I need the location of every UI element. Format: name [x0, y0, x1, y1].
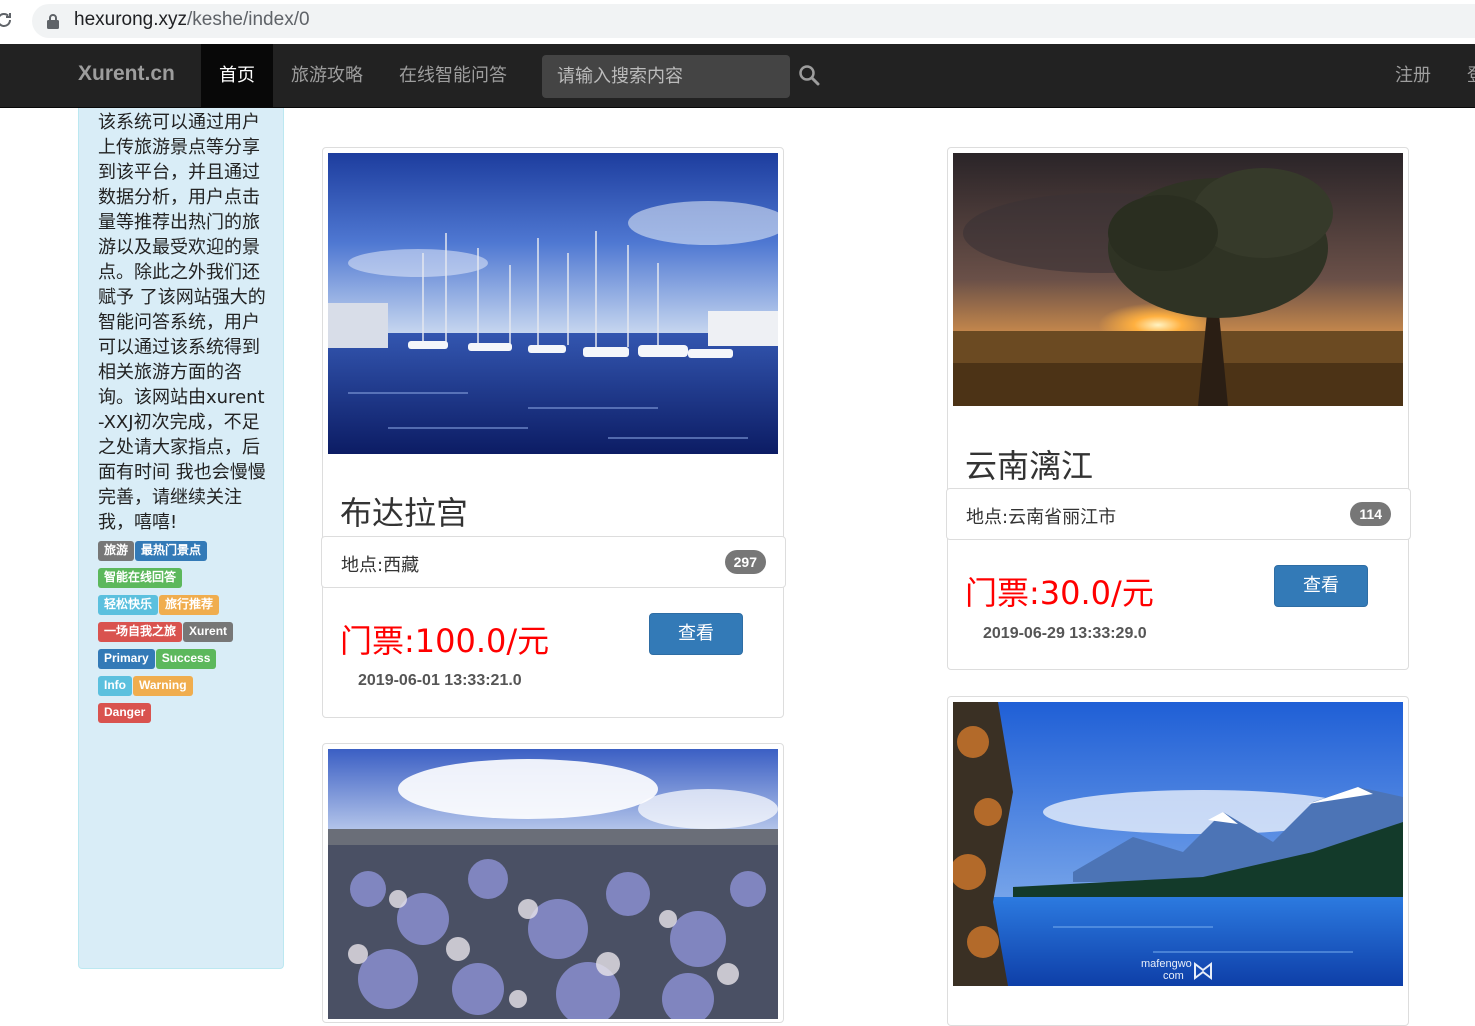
site-intro-text: 该系统可以通过用户上传旅游景点等分享到该平台，并且通过数据分析，用户点击量等推荐…: [98, 112, 266, 533]
tag-label: Warning: [133, 676, 193, 696]
tag-label: 智能在线回答: [98, 568, 183, 588]
top-navbar: Xurent.cn 首页 旅游攻略 在线智能问答 注册 登: [0, 44, 1475, 108]
sidebar-panel: 该系统可以通过用户上传旅游景点等分享到该平台，并且通过数据分析，用户点击量等推荐…: [78, 108, 284, 969]
nav-item-online-qa[interactable]: 在线智能问答: [399, 44, 507, 108]
location-row: 地点:云南省丽江市 114: [946, 488, 1411, 540]
attraction-card: mafengwo com: [947, 696, 1409, 1026]
search-icon[interactable]: [798, 64, 820, 86]
attraction-card: [322, 743, 784, 1023]
view-button[interactable]: 查看: [1274, 565, 1368, 607]
tag-label: 最热门景点: [135, 541, 208, 561]
views-badge: 114: [1350, 502, 1391, 526]
views-badge: 297: [724, 550, 766, 574]
attraction-card: 布达拉宫 地点:西藏 297 门票:100.0/元 查看 2019-06-01 …: [321, 147, 786, 718]
reload-icon[interactable]: [0, 10, 14, 30]
attraction-photo-harbor[interactable]: [328, 153, 778, 454]
nav-item-home[interactable]: 首页: [201, 44, 273, 108]
attraction-title: 布达拉宫: [340, 494, 469, 532]
tag-label: Xurent: [183, 622, 234, 642]
url-text[interactable]: hexurong.xyz/keshe/index/0: [74, 9, 310, 31]
tag-label: Success: [155, 649, 217, 669]
tag-label: Info: [98, 676, 132, 696]
register-link[interactable]: 注册: [1395, 44, 1431, 108]
attraction-card: 云南漓江 地点:云南省丽江市 114 门票:30.0/元 查看 2019-06-…: [946, 147, 1411, 670]
attraction-photo-sunset-tree[interactable]: [953, 153, 1403, 406]
lock-icon[interactable]: [46, 13, 60, 29]
attraction-photo-mountain-lake[interactable]: mafengwo com: [953, 702, 1403, 986]
location-text: 地点:云南省丽江市: [966, 507, 1117, 528]
tag-list: 旅游 最热门景点 智能在线回答 轻松快乐 旅行推荐 一场自我之旅 Xurent Pri…: [98, 539, 270, 728]
tag-label: Primary: [98, 649, 155, 669]
post-date: 2019-06-29 13:33:29.0: [983, 625, 1147, 642]
tag-label: 旅游: [98, 541, 135, 561]
tag-label: 轻松快乐: [98, 595, 159, 615]
url-path: /keshe/index/0: [187, 9, 310, 30]
ticket-price: 门票:100.0/元: [340, 622, 550, 660]
attraction-photo-flowers[interactable]: [328, 749, 778, 1019]
brand-logo[interactable]: Xurent.cn: [78, 62, 175, 86]
watermark-text-2: com: [1163, 970, 1184, 982]
attraction-title: 云南漓江: [965, 447, 1094, 485]
location-text: 地点:西藏: [341, 555, 420, 576]
watermark-text: mafengwo: [1141, 958, 1192, 970]
nav-item-travel-guides[interactable]: 旅游攻略: [291, 44, 363, 108]
location-row: 地点:西藏 297: [321, 536, 786, 588]
ticket-price: 门票:30.0/元: [965, 574, 1154, 612]
tag-label: 一场自我之旅: [98, 622, 183, 642]
url-host: hexurong.xyz: [74, 9, 188, 30]
tag-label: 旅行推荐: [159, 595, 220, 615]
tag-label: Danger: [98, 703, 152, 723]
browser-address-bar: hexurong.xyz/keshe/index/0: [0, 0, 1475, 44]
view-button[interactable]: 查看: [649, 613, 743, 655]
search-input[interactable]: [542, 55, 790, 98]
post-date: 2019-06-01 13:33:21.0: [358, 672, 522, 689]
login-link[interactable]: 登: [1467, 44, 1475, 108]
